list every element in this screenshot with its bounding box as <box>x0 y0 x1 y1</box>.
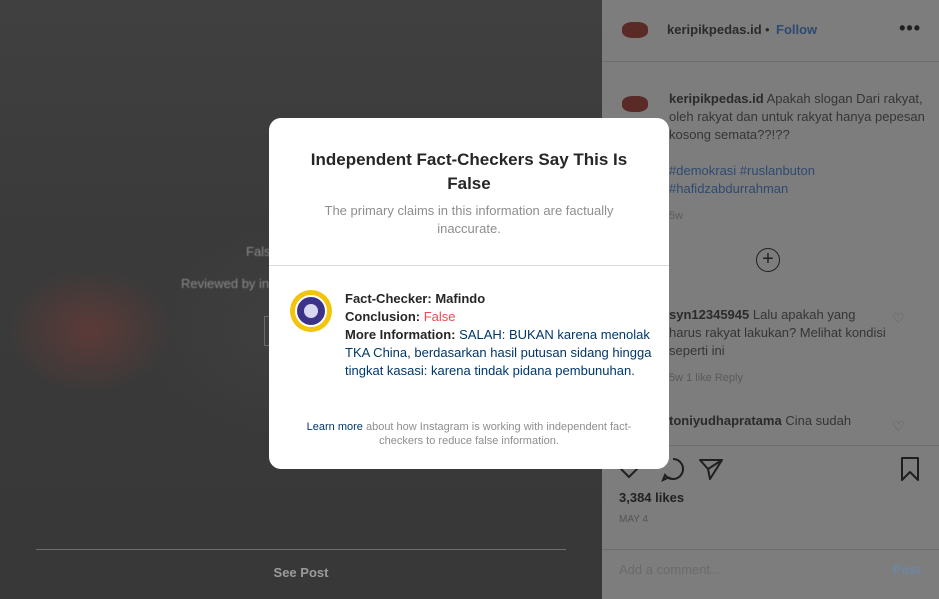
modal-footer: Learn more about how Instagram is workin… <box>289 420 649 448</box>
fact-checker-row: Fact-Checker: Mafindo <box>345 290 657 308</box>
footer-text: about how Instagram is working with inde… <box>362 421 632 447</box>
modal-subtitle: The primary claims in this information a… <box>324 203 614 236</box>
learn-more-link[interactable]: Learn more <box>307 421 363 433</box>
modal-header: Independent Fact-Checkers Say This Is Fa… <box>269 118 669 266</box>
more-info-row: More Information: SALAH: BUKAN karena me… <box>345 326 657 380</box>
fact-check-modal: Independent Fact-Checkers Say This Is Fa… <box>269 118 669 469</box>
conclusion-label: Conclusion: <box>345 309 421 324</box>
modal-title: Independent Fact-Checkers Say This Is Fa… <box>310 150 628 193</box>
fact-checker-value: Mafindo <box>435 291 486 306</box>
fact-checker-badge-icon <box>290 290 332 332</box>
conclusion-value: False <box>423 309 456 324</box>
fact-check-details: Fact-Checker: Mafindo Conclusion: False … <box>345 290 657 380</box>
more-info-label: More Information: <box>345 327 456 342</box>
conclusion-row: Conclusion: False <box>345 308 657 326</box>
fact-checker-label: Fact-Checker: <box>345 291 432 306</box>
